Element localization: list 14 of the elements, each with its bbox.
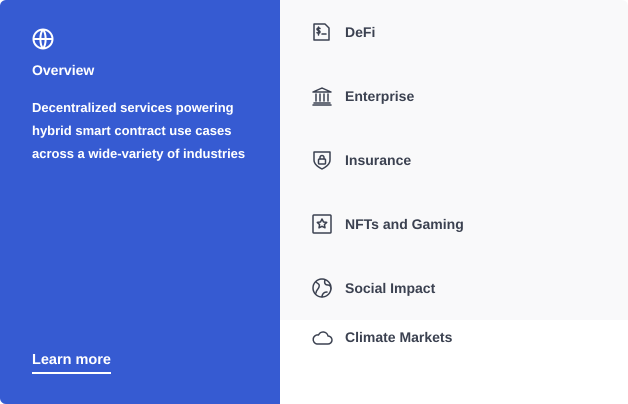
globe-icon xyxy=(311,277,333,299)
category-label[interactable]: DeFi xyxy=(345,24,376,40)
category-label[interactable]: Insurance xyxy=(345,152,412,168)
bank-icon xyxy=(311,85,333,107)
category-label[interactable]: Social Impact xyxy=(345,280,436,296)
learn-more-link[interactable]: Learn more xyxy=(32,352,111,374)
category-label[interactable]: NFTs and Gaming xyxy=(345,216,464,232)
document-icon xyxy=(311,21,333,43)
overview-title: Overview xyxy=(32,62,96,78)
category-label[interactable]: Enterprise xyxy=(345,88,414,104)
category-label[interactable]: Climate Markets xyxy=(345,329,452,345)
shield-icon xyxy=(311,149,333,171)
overview-description: Decentralized services powering hybrid smart contract use cases across a wide-variety of industries xyxy=(32,99,246,163)
globe-icon xyxy=(32,28,54,50)
